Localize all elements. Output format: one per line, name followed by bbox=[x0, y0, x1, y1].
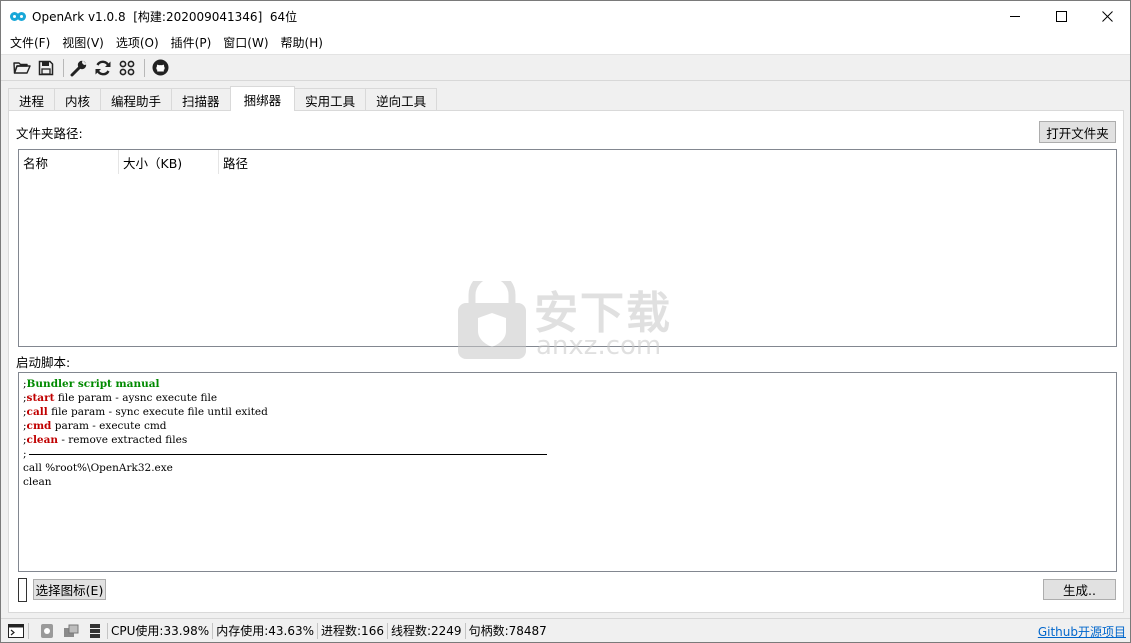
save-icon bbox=[38, 60, 54, 75]
script-text: file param - sync execute file until exi… bbox=[47, 406, 268, 418]
status-divider bbox=[317, 622, 319, 639]
script-command-line: call %root%\OpenArk32.exe bbox=[23, 462, 173, 474]
tab-bar: 进程 内核 编程助手 扫描器 捆绑器 实用工具 逆向工具 bbox=[8, 86, 438, 111]
status-divider bbox=[212, 622, 214, 639]
script-keyword-clean: clean bbox=[26, 434, 59, 446]
handle-count: 句柄数:78487 bbox=[468, 624, 547, 638]
minimize-button[interactable] bbox=[992, 1, 1038, 32]
menu-bar: 文件(F) 视图(V) 选项(O) 插件(P) 窗口(W) 帮助(H) bbox=[1, 32, 1130, 54]
column-path[interactable]: 路径 bbox=[219, 150, 339, 174]
folder-open-icon bbox=[13, 61, 31, 74]
open-folder-button[interactable]: 打开文件夹 bbox=[1039, 121, 1116, 143]
tab-coderkit[interactable]: 编程助手 bbox=[100, 88, 173, 111]
close-icon bbox=[1101, 11, 1113, 22]
title-bar[interactable]: OpenArk v1.0.8 [构建:202009041346] 64位 bbox=[1, 1, 1130, 32]
column-size[interactable]: 大小（KB) bbox=[119, 150, 219, 174]
script-text: - remove extracted files bbox=[58, 434, 188, 446]
plugin-status-button[interactable] bbox=[62, 622, 80, 640]
tab-process[interactable]: 进程 bbox=[8, 88, 56, 111]
server-icon bbox=[90, 623, 100, 638]
cpu-usage: CPU使用:33.98% bbox=[111, 624, 210, 638]
tab-bundler[interactable]: 捆绑器 bbox=[229, 86, 296, 111]
open-button[interactable] bbox=[11, 57, 33, 79]
script-comment-prefix: ; bbox=[23, 448, 27, 460]
files-list[interactable]: 名称 大小（KB) 路径 bbox=[18, 149, 1117, 347]
script-editor[interactable]: ;Bundler script manual ;start file param… bbox=[18, 372, 1117, 572]
script-text: param - execute cmd bbox=[51, 420, 167, 432]
toolbar bbox=[1, 54, 1130, 81]
github-link[interactable]: Github开源项目 bbox=[1038, 623, 1126, 640]
status-bar: CPU使用:33.98% 内存使用:43.63% 进程数:166 线程数:224… bbox=[1, 618, 1130, 642]
plugin-icon bbox=[64, 624, 79, 637]
menu-file[interactable]: 文件(F) bbox=[4, 32, 56, 54]
process-count: 进程数:166 bbox=[321, 624, 384, 638]
script-text: file param - aysnc execute file bbox=[54, 392, 218, 404]
maximize-icon bbox=[1055, 11, 1067, 22]
maximize-button[interactable] bbox=[1038, 1, 1084, 32]
script-keyword-start: start bbox=[26, 392, 55, 404]
server-status-button[interactable] bbox=[86, 622, 104, 640]
menu-view[interactable]: 视图(V) bbox=[56, 32, 110, 54]
minimize-icon bbox=[1009, 16, 1020, 17]
settings-button[interactable] bbox=[68, 57, 90, 79]
save-button[interactable] bbox=[35, 57, 57, 79]
script-command-line: clean bbox=[23, 476, 52, 488]
menu-window[interactable]: 窗口(W) bbox=[217, 32, 274, 54]
select-icon-button[interactable]: 选择图标(E) bbox=[33, 579, 106, 600]
script-keyword-call: call bbox=[26, 406, 48, 418]
tab-reverse[interactable]: 逆向工具 bbox=[365, 88, 438, 111]
script-keyword-cmd: cmd bbox=[26, 420, 52, 432]
tab-utilities[interactable]: 实用工具 bbox=[294, 88, 367, 111]
status-divider bbox=[107, 622, 108, 639]
menu-plugins[interactable]: 插件(P) bbox=[165, 32, 218, 54]
thread-count: 线程数:2249 bbox=[390, 624, 462, 638]
refresh-icon bbox=[95, 60, 111, 75]
openark-logo-icon bbox=[10, 11, 26, 23]
status-divider bbox=[386, 622, 388, 639]
icon-preview bbox=[18, 578, 27, 602]
wrench-icon bbox=[70, 59, 87, 76]
status-divider bbox=[28, 622, 29, 639]
refresh-button[interactable] bbox=[92, 57, 114, 79]
tab-kernel[interactable]: 内核 bbox=[54, 88, 102, 111]
memory-usage: 内存使用:43.63% bbox=[216, 624, 315, 638]
toolbar-divider bbox=[63, 58, 64, 77]
menu-options[interactable]: 选项(O) bbox=[110, 32, 165, 54]
apps-button[interactable] bbox=[116, 57, 138, 79]
column-name[interactable]: 名称 bbox=[19, 150, 119, 174]
console-button[interactable] bbox=[7, 622, 25, 640]
tab-scanner[interactable]: 扫描器 bbox=[171, 88, 231, 111]
startup-script-label: 启动脚本: bbox=[16, 355, 71, 370]
close-button[interactable] bbox=[1084, 1, 1130, 32]
app-window: OpenArk v1.0.8 [构建:202009041346] 64位 文件(… bbox=[0, 0, 1131, 643]
script-header: Bundler script manual bbox=[26, 378, 160, 390]
folder-path-label: 文件夹路径: bbox=[16, 126, 83, 141]
script-divider bbox=[28, 453, 547, 455]
status-divider bbox=[464, 622, 466, 639]
settings-status-button[interactable] bbox=[38, 622, 56, 640]
list-header: 名称 大小（KB) 路径 bbox=[19, 150, 1116, 174]
github-button[interactable] bbox=[149, 57, 171, 79]
settings-icon bbox=[41, 623, 53, 638]
generate-button[interactable]: 生成.. bbox=[1043, 579, 1116, 600]
menu-help[interactable]: 帮助(H) bbox=[275, 32, 329, 54]
github-icon bbox=[152, 59, 168, 76]
grid-icon bbox=[119, 60, 135, 75]
toolbar-divider bbox=[144, 58, 145, 77]
window-title: OpenArk v1.0.8 [构建:202009041346] 64位 bbox=[32, 10, 298, 24]
console-icon bbox=[8, 623, 24, 638]
